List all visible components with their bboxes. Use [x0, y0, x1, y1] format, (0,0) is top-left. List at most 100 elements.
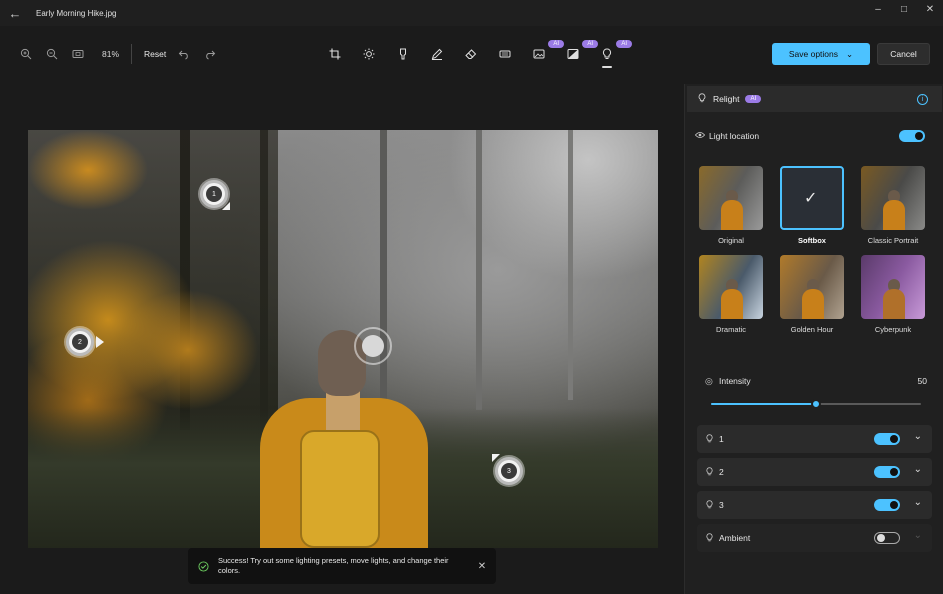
- lightbulb-icon: [705, 467, 714, 478]
- reset-button[interactable]: Reset: [144, 49, 166, 59]
- erase-tool[interactable]: [454, 44, 488, 64]
- background-icon: [567, 49, 579, 59]
- crop-tool[interactable]: [318, 44, 352, 64]
- preset-label: Classic Portrait: [867, 236, 919, 245]
- preset-thumbnail: [699, 255, 763, 319]
- chevron-down-icon[interactable]: ⌄: [914, 431, 922, 442]
- light-row-1[interactable]: 1 ⌄: [697, 425, 932, 453]
- zoom-controls: 81% Reset: [18, 44, 218, 64]
- edit-tools: AI AI AI: [318, 40, 632, 68]
- preset-original[interactable]: Original: [699, 166, 763, 245]
- relight-tool[interactable]: AI: [590, 40, 632, 68]
- intensity-icon: ◎: [705, 376, 713, 386]
- ambient-light-handle[interactable]: [354, 327, 392, 365]
- adjust-tool[interactable]: [352, 44, 386, 64]
- preset-cyberpunk[interactable]: Cyberpunk: [861, 255, 925, 334]
- brightness-icon: [363, 48, 375, 60]
- light-3-toggle[interactable]: [874, 499, 900, 511]
- window-title: Early Morning Hike.jpg: [36, 8, 117, 18]
- markup-tool[interactable]: [420, 44, 454, 64]
- light-location-toggle[interactable]: [899, 130, 925, 142]
- toast-message: Success! Try out some lighting presets, …: [218, 556, 449, 575]
- light-marker-2[interactable]: 2: [66, 328, 94, 356]
- slider-thumb[interactable]: [811, 399, 821, 409]
- light-location-label: Light location: [709, 131, 760, 141]
- chevron-down-icon[interactable]: ⌄: [914, 464, 922, 475]
- thumbnail-figure: [721, 200, 743, 230]
- zoom-level[interactable]: 81%: [102, 49, 119, 59]
- save-options-button[interactable]: Save options ⌄: [772, 43, 870, 65]
- image-ai-icon: [533, 49, 545, 59]
- toolbar: 81% Reset AI AI AI Save options ⌄ Cancel: [0, 36, 943, 72]
- minimize-button[interactable]: –: [865, 0, 891, 22]
- preset-label: Original: [718, 236, 744, 245]
- zoom-in-icon[interactable]: [18, 46, 34, 62]
- light-row-2[interactable]: 2 ⌄: [697, 458, 932, 486]
- preset-grid: Original ✓ Softbox Classic Portrait Dram…: [699, 166, 929, 334]
- preset-dramatic[interactable]: Dramatic: [699, 255, 763, 334]
- light-2-toggle[interactable]: [874, 466, 900, 478]
- close-window-button[interactable]: ✕: [917, 0, 943, 22]
- intensity-value: 50: [917, 376, 927, 386]
- light-marker-label: 2: [72, 334, 88, 350]
- close-icon[interactable]: ✕: [468, 561, 496, 572]
- light-1-toggle[interactable]: [874, 433, 900, 445]
- crop-icon: [329, 48, 341, 60]
- preset-label: Softbox: [798, 236, 826, 245]
- preset-label: Cyberpunk: [874, 325, 912, 334]
- ai-badge: AI: [616, 40, 632, 48]
- thumbnail-figure: [802, 289, 824, 319]
- lightbulb-icon: [602, 48, 612, 59]
- ambient-light-dot: [362, 335, 384, 357]
- eraser-icon: [465, 49, 477, 59]
- marker-icon: [400, 48, 406, 60]
- hiker-backpack: [300, 430, 380, 548]
- thumbnail-figure: [883, 289, 905, 319]
- preset-softbox[interactable]: ✓ Softbox: [780, 166, 844, 245]
- light-label: 2: [719, 467, 724, 477]
- chevron-down-icon[interactable]: ⌄: [914, 497, 922, 508]
- title-bar: ← Early Morning Hike.jpg – □ ✕: [0, 0, 943, 26]
- success-check-icon: [188, 560, 218, 572]
- remove-background-tool[interactable]: AI: [556, 40, 598, 64]
- redo-icon[interactable]: [202, 46, 218, 62]
- window-controls: – □ ✕: [865, 0, 943, 22]
- filter-tool[interactable]: [386, 44, 420, 64]
- tree-trunk: [568, 130, 573, 400]
- blur-tool[interactable]: [488, 44, 522, 64]
- undo-icon[interactable]: [176, 46, 192, 62]
- ai-badge: AI: [745, 95, 762, 103]
- thumbnail-figure: [883, 200, 905, 230]
- panel-header: Relight AI i: [687, 86, 942, 112]
- ambient-toggle[interactable]: [874, 532, 900, 544]
- toolbar-divider: [131, 44, 133, 64]
- preset-thumbnail: [861, 255, 925, 319]
- chevron-down-icon: ⌄: [913, 530, 922, 541]
- light-row-ambient[interactable]: Ambient ⌄: [697, 524, 932, 552]
- tree-trunk: [380, 130, 387, 430]
- preset-golden-hour[interactable]: Golden Hour: [780, 255, 844, 334]
- light-location-row: Light location: [694, 130, 760, 142]
- zoom-out-icon[interactable]: [44, 46, 60, 62]
- info-icon[interactable]: i: [917, 94, 928, 105]
- light-direction-arrow: [222, 202, 230, 210]
- back-arrow-icon[interactable]: ←: [0, 6, 30, 21]
- cancel-button[interactable]: Cancel: [877, 43, 930, 65]
- fit-to-window-icon[interactable]: [70, 46, 86, 62]
- maximize-button[interactable]: □: [891, 0, 917, 22]
- relight-panel: Relight AI i Light location Original ✓ S…: [684, 84, 943, 594]
- intensity-label: Intensity: [719, 376, 751, 386]
- light-label: Ambient: [719, 533, 751, 543]
- intensity-slider[interactable]: [711, 399, 921, 409]
- generative-erase-tool[interactable]: AI: [522, 40, 564, 64]
- lightbulb-icon: [705, 500, 714, 511]
- preset-thumbnail: ✓: [780, 166, 844, 230]
- light-row-3[interactable]: 3 ⌄: [697, 491, 932, 519]
- light-marker-label: 1: [206, 186, 222, 202]
- lightbulb-icon: [705, 434, 714, 445]
- success-toast: Success! Try out some lighting presets, …: [188, 548, 496, 584]
- canvas-area: 1 2 3 Success! Try out some lighting pre…: [0, 84, 684, 594]
- checkmark-icon: ✓: [804, 190, 818, 207]
- photo-preview[interactable]: [28, 130, 658, 548]
- preset-classic-portrait[interactable]: Classic Portrait: [861, 166, 925, 245]
